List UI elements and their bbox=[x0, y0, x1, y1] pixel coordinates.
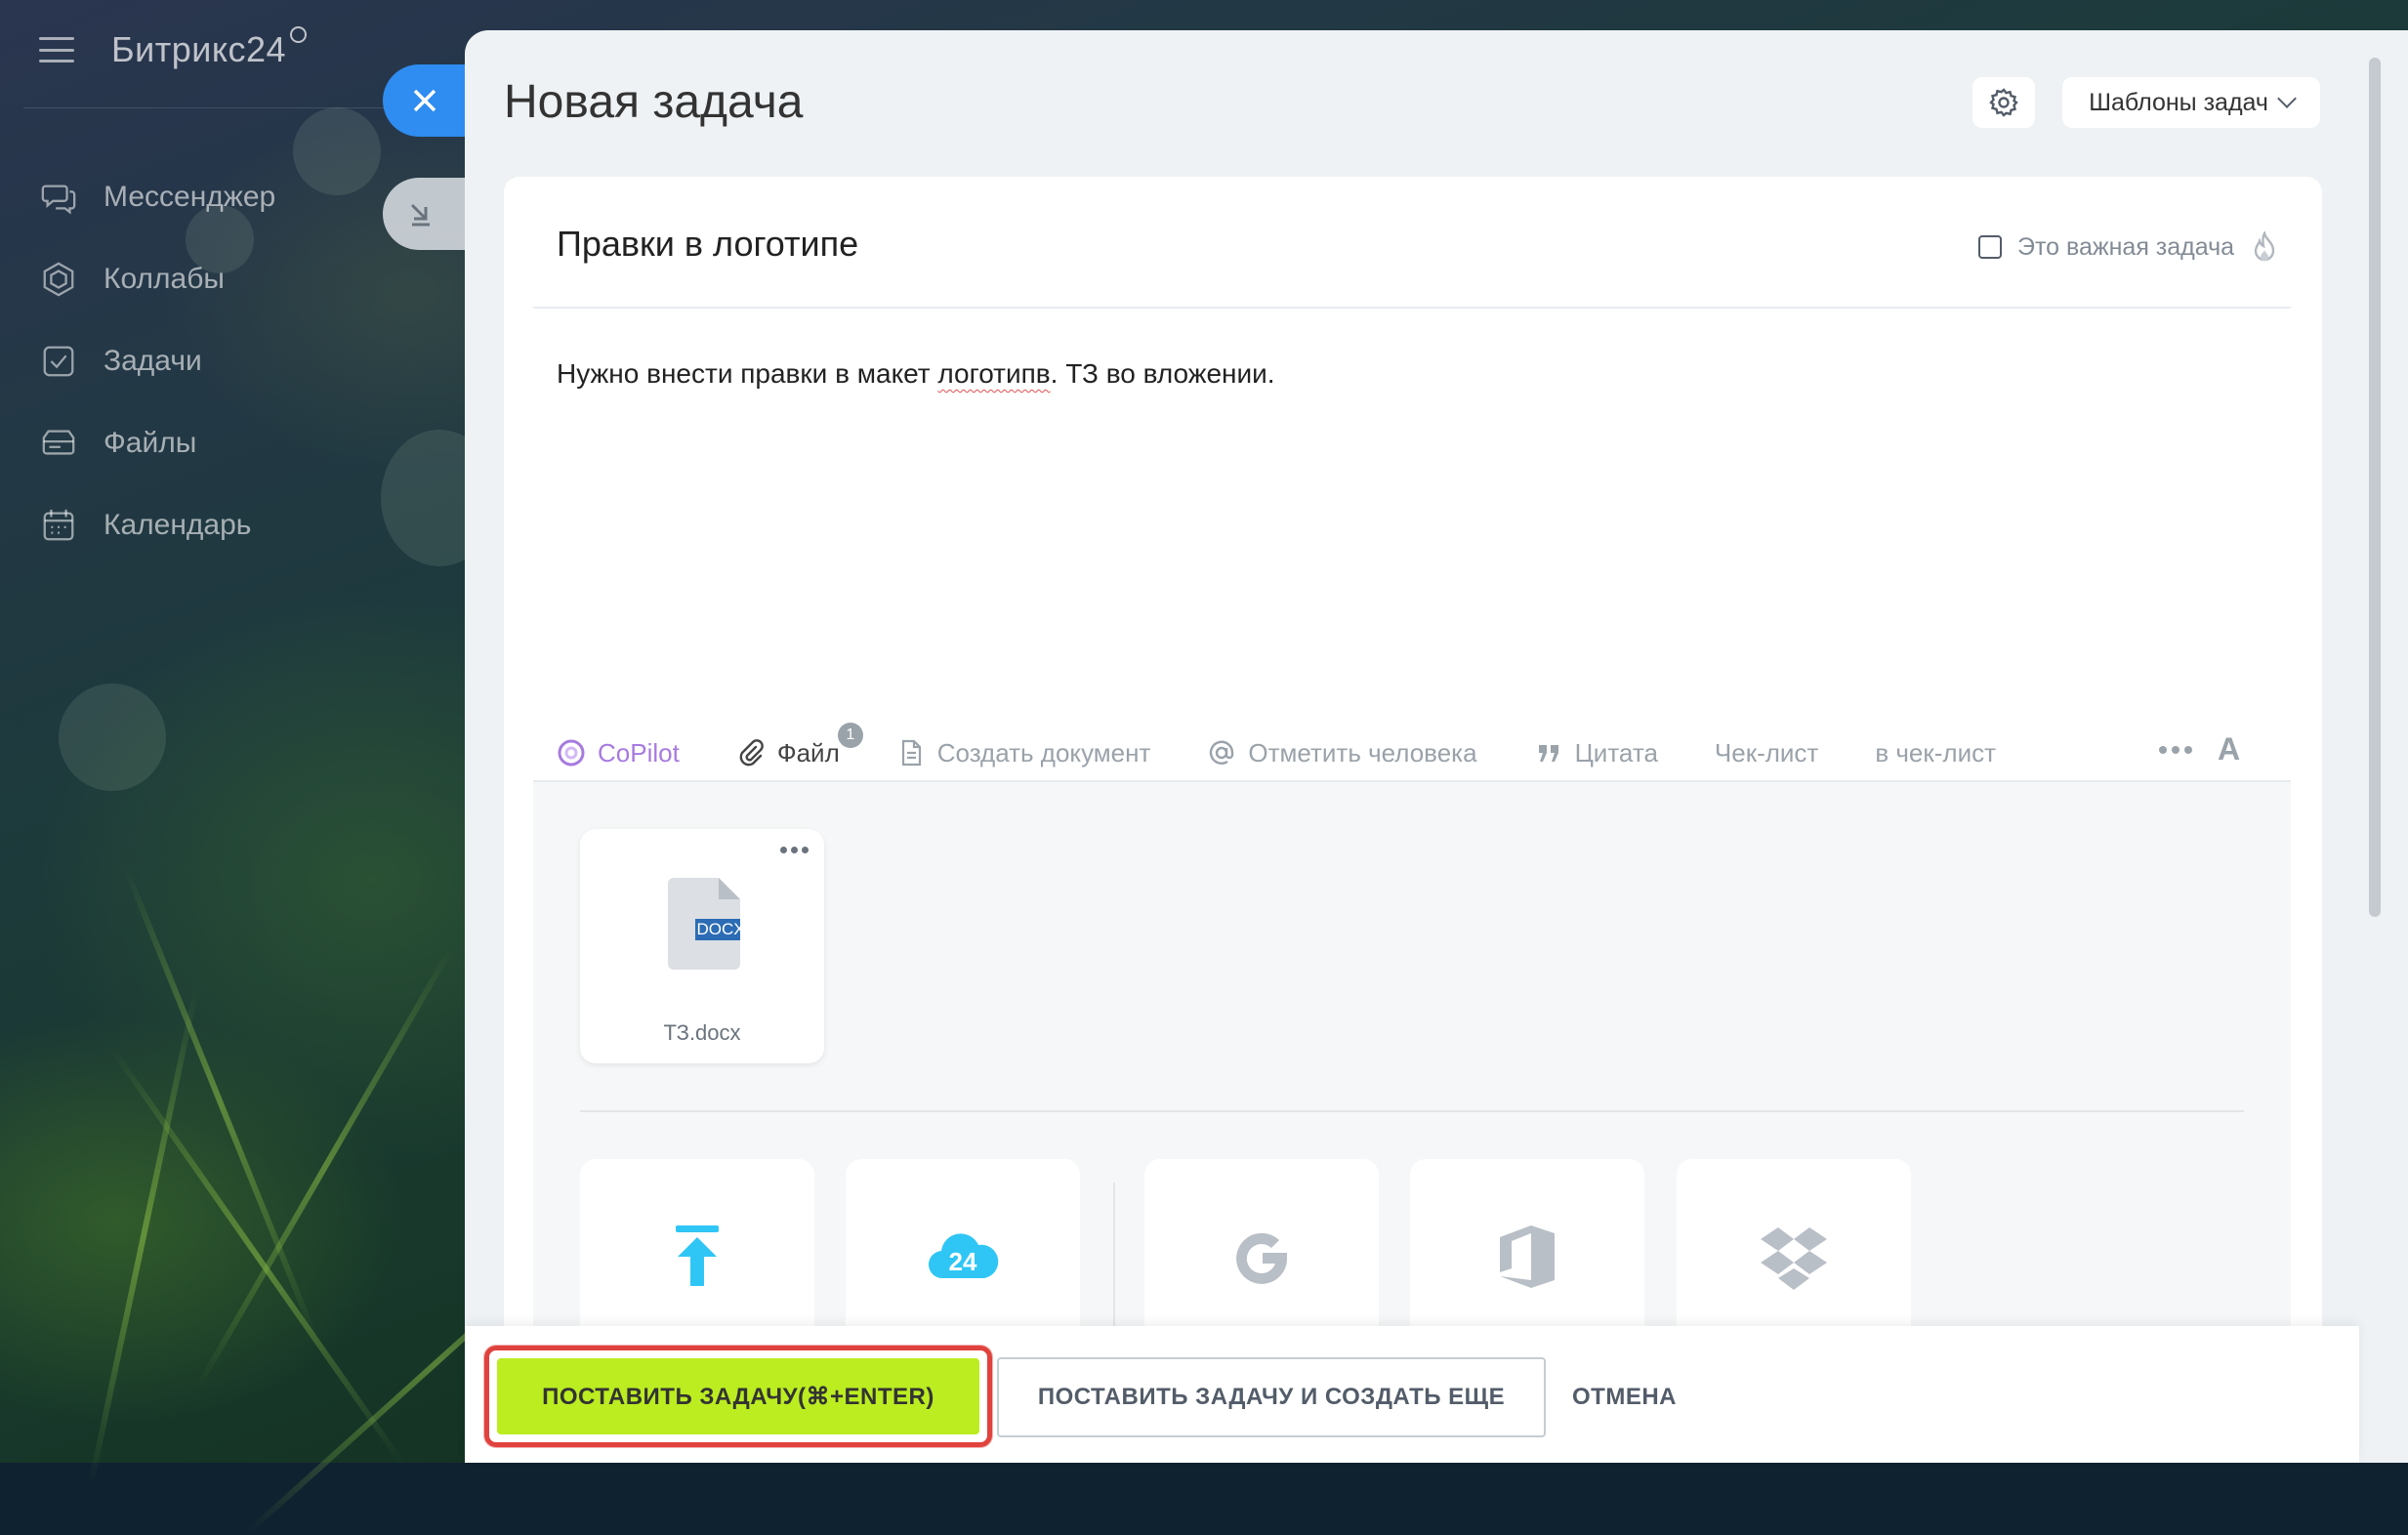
sidebar-item-calendar[interactable]: Календарь bbox=[39, 484, 275, 566]
copilot-label: CoPilot bbox=[598, 737, 680, 768]
description-misspelled-word: логотипв bbox=[937, 358, 1051, 389]
submit-highlight-frame: ПОСТАВИТЬ ЗАДАЧУ(⌘+ENTER) bbox=[484, 1346, 992, 1447]
text-format-icon[interactable]: A bbox=[2218, 731, 2240, 768]
new-task-panel: Новая задача Шаблоны задач Правки в лого… bbox=[465, 30, 2408, 1463]
file-name: ТЗ.docx bbox=[663, 1020, 741, 1045]
description-text: Нужно внести правки в макет bbox=[557, 358, 938, 389]
description-text-end: . ТЗ во вложении. bbox=[1050, 358, 1275, 389]
copilot-icon bbox=[558, 739, 585, 767]
quote-label: Цитата bbox=[1574, 737, 1658, 768]
at-sign-icon bbox=[1210, 740, 1234, 765]
attachments-divider bbox=[580, 1110, 2244, 1112]
app-logo[interactable]: Битрикс24 bbox=[111, 29, 286, 70]
file-menu-icon[interactable] bbox=[780, 847, 809, 853]
title-divider bbox=[533, 307, 2291, 309]
menu-icon[interactable] bbox=[39, 37, 74, 62]
tasks-icon bbox=[39, 342, 78, 381]
collab-icon bbox=[39, 260, 78, 299]
dropbox-icon bbox=[1761, 1227, 1827, 1290]
submit-task-button[interactable]: ПОСТАВИТЬ ЗАДАЧУ(⌘+ENTER) bbox=[497, 1358, 979, 1434]
dropbox-button[interactable] bbox=[1677, 1159, 1911, 1354]
office-icon bbox=[1500, 1225, 1555, 1288]
sidebar-item-tasks[interactable]: Задачи bbox=[39, 320, 275, 402]
svg-text:24: 24 bbox=[949, 1247, 977, 1276]
panel-scrollbar[interactable] bbox=[2369, 58, 2381, 917]
settings-button[interactable] bbox=[1972, 77, 2035, 128]
messenger-icon bbox=[39, 178, 78, 217]
calendar-icon bbox=[39, 506, 78, 545]
files-icon bbox=[39, 424, 78, 463]
bitrix24-cloud-icon: 24 bbox=[928, 1233, 999, 1279]
submit-and-create-another-button[interactable]: ПОСТАВИТЬ ЗАДАЧУ И СОЗДАТЬ ЕЩЕ bbox=[997, 1357, 1546, 1437]
docx-file-icon: DOCX bbox=[668, 878, 740, 970]
important-label: Это важная задача bbox=[2017, 232, 2235, 261]
minimize-icon bbox=[410, 203, 430, 227]
to-checklist-button[interactable]: в чек-лист bbox=[1875, 738, 1996, 768]
office-onedrive-button[interactable] bbox=[1410, 1159, 1644, 1354]
sidebar-item-label: Календарь bbox=[104, 509, 252, 541]
attached-file-tile[interactable]: DOCX ТЗ.docx bbox=[580, 829, 824, 1063]
document-icon bbox=[901, 739, 921, 767]
bitrix24-drive-button[interactable]: 24 bbox=[846, 1159, 1080, 1354]
important-task-toggle[interactable]: Это важная задача bbox=[1978, 231, 2277, 263]
checklist-button[interactable]: Чек-лист bbox=[1715, 738, 1818, 768]
editor-toolbar: CoPilot Файл 1 Создать документ Отметить… bbox=[557, 722, 2053, 774]
chevron-down-icon bbox=[2277, 89, 2297, 108]
form-footer: ПОСТАВИТЬ ЗАДАЧУ(⌘+ENTER) ПОСТАВИТЬ ЗАДА… bbox=[465, 1326, 2359, 1463]
close-icon bbox=[413, 89, 436, 112]
mention-button[interactable]: Отметить человека bbox=[1207, 737, 1477, 768]
gear-icon bbox=[1989, 88, 2018, 117]
to-checklist-label: в чек-лист bbox=[1875, 737, 1997, 768]
task-description-editor[interactable]: Нужно внести правки в макет логотипв. ТЗ… bbox=[557, 358, 1275, 390]
create-document-button[interactable]: Создать документ bbox=[896, 737, 1151, 768]
sidebar-item-label: Мессенджер bbox=[104, 181, 276, 213]
file-ext-label: DOCX bbox=[696, 920, 740, 938]
sidebar-nav: Мессенджер Коллабы Задачи Файлы Календар… bbox=[39, 156, 275, 566]
more-icon[interactable] bbox=[2159, 745, 2192, 754]
file-label: Файл bbox=[776, 737, 840, 768]
flame-icon bbox=[2254, 231, 2275, 262]
sidebar-item-collabs[interactable]: Коллабы bbox=[39, 238, 275, 320]
create-document-label: Создать документ bbox=[936, 737, 1151, 768]
sidebar-item-label: Коллабы bbox=[104, 263, 225, 295]
paperclip-icon bbox=[739, 739, 764, 767]
clock-icon bbox=[290, 25, 308, 43]
sidebar-item-label: Файлы bbox=[104, 427, 197, 459]
sidebar-item-label: Задачи bbox=[104, 345, 202, 377]
sidebar-item-messenger[interactable]: Мессенджер bbox=[39, 156, 275, 238]
cancel-button[interactable]: ОТМЕНА bbox=[1572, 1357, 1677, 1437]
google-drive-icon bbox=[1236, 1232, 1287, 1284]
google-drive-button[interactable] bbox=[1144, 1159, 1379, 1354]
task-templates-dropdown[interactable]: Шаблоны задач bbox=[2062, 77, 2320, 128]
mention-label: Отметить человека bbox=[1248, 737, 1477, 768]
toolbar-extra: A bbox=[2159, 731, 2240, 768]
logo-row: Битрикс24 bbox=[39, 25, 308, 70]
task-title-input[interactable]: Правки в логотипе bbox=[557, 224, 858, 265]
attach-file-button[interactable]: Файл 1 bbox=[736, 722, 863, 768]
copilot-button[interactable]: CoPilot bbox=[557, 738, 680, 768]
templates-label: Шаблоны задач bbox=[2089, 88, 2268, 116]
quote-button[interactable]: Цитата bbox=[1534, 738, 1658, 768]
upload-icon bbox=[676, 1225, 719, 1286]
task-form-card: Правки в логотипе Это важная задача Нужн… bbox=[504, 177, 2322, 1463]
upload-from-computer-button[interactable] bbox=[580, 1159, 814, 1354]
minimize-slider-button[interactable] bbox=[383, 178, 471, 250]
sidebar-item-files[interactable]: Файлы bbox=[39, 402, 275, 484]
quote-icon bbox=[1538, 745, 1558, 762]
close-slider-button[interactable] bbox=[383, 64, 471, 137]
important-checkbox[interactable] bbox=[1978, 235, 2002, 259]
page-title: Новая задача bbox=[504, 76, 804, 128]
checklist-label: Чек-лист bbox=[1714, 737, 1819, 768]
file-count-badge: 1 bbox=[837, 722, 863, 748]
